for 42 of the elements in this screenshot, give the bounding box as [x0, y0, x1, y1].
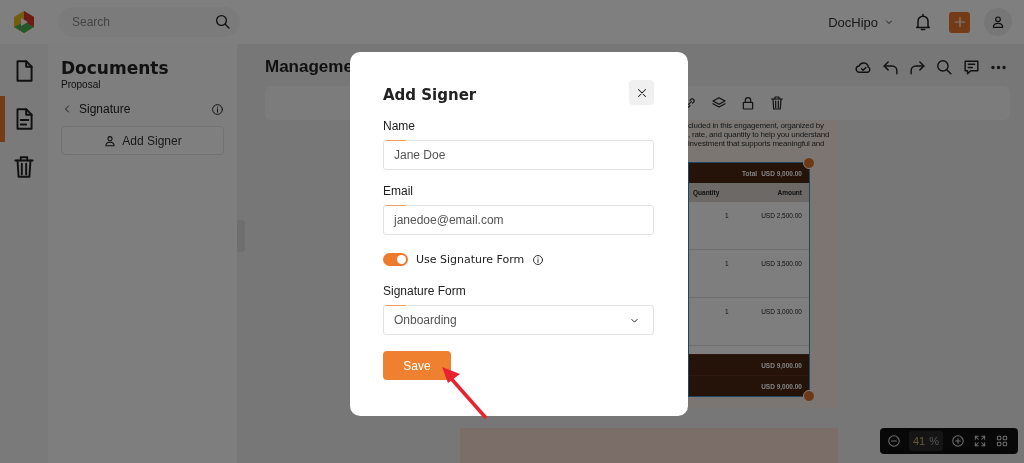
zoom-field[interactable]: 41 %	[909, 431, 943, 451]
add-signer-button[interactable]: Add Signer	[61, 126, 224, 155]
comment-icon[interactable]	[962, 57, 981, 77]
resize-handle[interactable]	[803, 390, 815, 402]
field-label: Email	[383, 184, 414, 198]
grid-view-icon[interactable]	[995, 434, 1009, 448]
panel-title: Documents	[61, 58, 170, 78]
field-label: Name	[383, 119, 416, 133]
app-logo[interactable]	[12, 10, 36, 34]
close-button[interactable]	[629, 80, 654, 105]
search-icon[interactable]	[935, 57, 954, 77]
trash-icon[interactable]	[769, 95, 785, 111]
create-button[interactable]	[949, 11, 970, 33]
zoom-in-icon[interactable]	[951, 434, 965, 448]
document-title: Manageme	[265, 57, 353, 77]
field-label: Signature Form	[383, 284, 467, 298]
info-icon	[532, 253, 545, 266]
lock-icon[interactable]	[740, 95, 756, 111]
pointer-arrow	[440, 365, 490, 421]
dialog-title: Add Signer	[383, 86, 477, 104]
input-field[interactable]: janedoe@email.com	[383, 205, 654, 235]
info-icon	[211, 102, 224, 116]
resize-handle[interactable]	[803, 157, 815, 169]
panel-subtitle: Proposal	[61, 79, 102, 90]
save-button[interactable]: Save	[383, 351, 451, 380]
document-text: cluded in this engagement, organized by	[688, 121, 825, 130]
notification-icon[interactable]	[913, 12, 933, 32]
section-title: Signature	[79, 102, 132, 116]
toggle-switch[interactable]	[383, 253, 408, 266]
zoom-out-icon[interactable]	[887, 434, 901, 448]
user-icon	[103, 133, 118, 148]
document-text: investment that supports meaningful and	[688, 139, 826, 148]
document-text: , rate, and quantity to help you understand	[688, 130, 831, 139]
account-button[interactable]	[984, 8, 1012, 36]
trash-icon	[11, 154, 37, 180]
input-field[interactable]: Jane Doe	[383, 140, 654, 170]
user-icon	[990, 14, 1006, 30]
toggle-label: Use Signature Form	[416, 253, 525, 266]
select-field[interactable]: Onboarding	[383, 305, 654, 335]
workspace-dropdown[interactable]: DocHipo	[828, 14, 895, 30]
search-icon	[214, 13, 232, 31]
fit-screen-icon[interactable]	[973, 434, 987, 448]
